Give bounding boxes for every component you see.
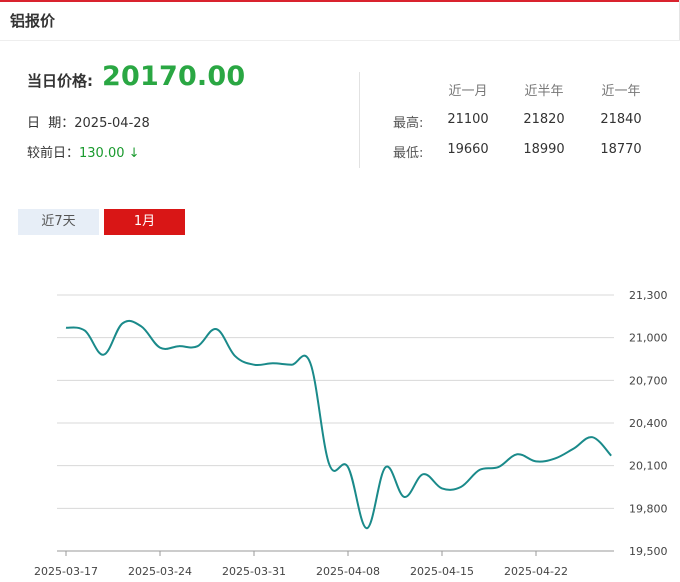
stat-header-month: 近一月 (448, 84, 488, 99)
data-point (139, 324, 143, 328)
data-point (421, 472, 425, 476)
date-row: 日 期：2025-04-28 (27, 112, 150, 131)
y-tick-label: 20,700 (629, 374, 668, 387)
x-tick-label: 2025-03-24 (128, 565, 192, 578)
x-tick-label: 2025-03-17 (34, 565, 98, 578)
data-point (590, 435, 594, 439)
data-point (384, 465, 388, 469)
y-tick-label: 19,500 (629, 545, 668, 558)
stat-label-low: 最低: (393, 146, 424, 161)
price-line-chart: 19,500 19,800 20,100 20,400 20,700 21,000 21,3… (34, 289, 668, 578)
change-label: 较前日： (27, 146, 80, 161)
y-tick-label: 19,800 (629, 502, 668, 515)
data-point (271, 361, 275, 365)
tab-7-days[interactable]: 近7天 (18, 209, 99, 235)
price-value: 20170.00 (102, 61, 246, 92)
tab-1-month[interactable]: 1月 (104, 209, 185, 235)
data-point (158, 346, 162, 350)
panel-title: 铝报价 (10, 12, 56, 30)
data-point (553, 457, 557, 461)
x-tick-label: 2025-03-31 (222, 565, 286, 578)
stat-low-month: 19660 (447, 142, 489, 157)
date-label: 日 期： (27, 116, 75, 131)
data-point (252, 363, 256, 367)
stat-header-year: 近一年 (601, 84, 641, 99)
y-tick-label: 21,300 (629, 289, 668, 302)
stats-divider (359, 72, 360, 168)
data-point (83, 329, 87, 333)
stat-high-half-year: 21820 (523, 112, 565, 127)
data-point (196, 344, 200, 348)
data-point (233, 354, 237, 358)
data-point (440, 486, 444, 490)
stat-label-high: 最高: (393, 116, 424, 131)
data-point (327, 462, 331, 466)
top-accent-line (0, 0, 680, 2)
stat-header-half-year: 近半年 (524, 84, 564, 99)
x-tick-label: 2025-04-22 (504, 565, 568, 578)
data-point (308, 361, 312, 365)
y-tick-label: 20,400 (629, 417, 668, 430)
change-value: 130.00 (79, 146, 125, 161)
data-point (346, 465, 350, 469)
data-point (120, 321, 124, 325)
data-point (290, 363, 294, 367)
date-value: 2025-04-28 (74, 116, 150, 131)
x-tick-label: 2025-04-15 (410, 565, 474, 578)
data-point (365, 526, 369, 530)
data-point (609, 454, 613, 458)
title-divider (0, 40, 680, 41)
y-tick-label: 20,100 (629, 460, 668, 473)
price-series-line (65, 319, 612, 530)
stat-high-year: 21840 (600, 112, 642, 127)
data-point (572, 447, 576, 451)
data-point (459, 485, 463, 489)
stat-low-half-year: 18990 (523, 142, 565, 157)
change-row: 较前日：130.00 ↓ (27, 142, 140, 161)
data-point (478, 468, 482, 472)
data-point (214, 327, 218, 331)
data-point (64, 326, 68, 330)
stat-low-year: 18770 (600, 142, 642, 157)
price-label: 当日价格: (27, 72, 93, 90)
data-point (102, 353, 106, 357)
data-point (177, 344, 181, 348)
down-arrow-icon: ↓ (128, 146, 140, 161)
data-point (496, 465, 500, 469)
data-point (515, 452, 519, 456)
data-point (402, 495, 406, 499)
stat-high-month: 21100 (447, 112, 489, 127)
data-point (534, 459, 538, 463)
y-tick-label: 21,000 (629, 332, 668, 345)
x-tick-label: 2025-04-08 (316, 565, 380, 578)
